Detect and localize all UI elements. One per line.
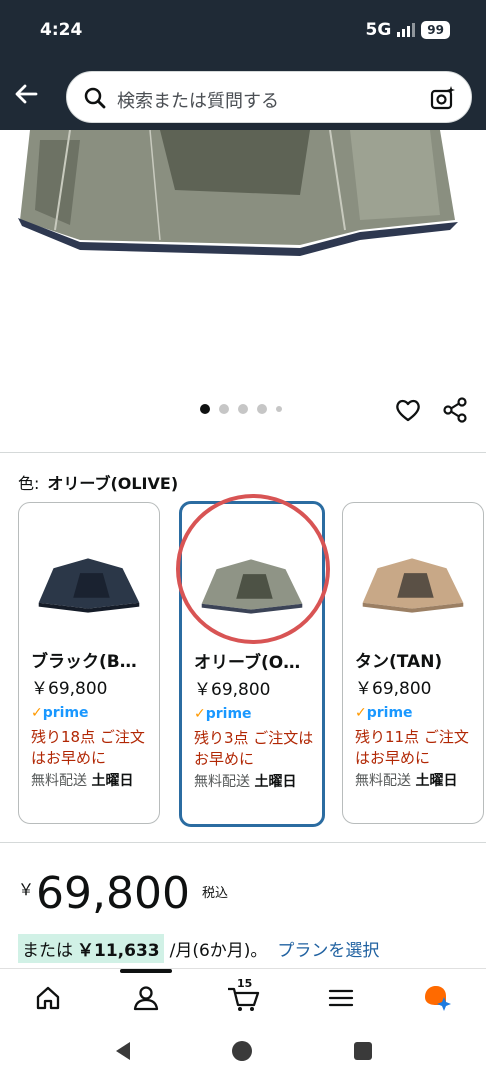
rufus-assistant-icon[interactable] (422, 983, 452, 1013)
stock-notice: 残り18点 ご注文はお早めに (31, 728, 145, 767)
color-option-black[interactable]: ブラック(B… ￥69,800 ✓prime 残り18点 ご注文はお早めに 無料… (18, 502, 160, 824)
highlight-circle-annotation (176, 494, 330, 644)
shipping-info: 無料配送 土曜日 (31, 773, 134, 789)
image-pager[interactable] (200, 404, 282, 414)
system-recents-icon[interactable] (353, 1041, 373, 1061)
option-name: タン(TAN) (355, 652, 443, 672)
prime-badge: ✓prime (355, 705, 413, 721)
color-label: 色: (18, 474, 40, 493)
product-image[interactable] (0, 130, 486, 390)
currency-symbol: ￥ (18, 880, 35, 899)
tent-image (18, 130, 458, 256)
network-label: 5G (365, 20, 392, 40)
divider (0, 842, 486, 843)
color-label-row: 色: オリーブ(OLIVE) (18, 470, 178, 494)
divider (0, 452, 486, 453)
shipping-info: 無料配送 土曜日 (355, 773, 458, 789)
search-input[interactable]: 検索または質問する (117, 87, 279, 113)
search-icon (84, 87, 106, 109)
system-back-icon[interactable] (112, 1040, 134, 1062)
price-display: ￥ 69,800 税込 (18, 868, 228, 920)
pager-dot[interactable] (238, 404, 248, 414)
select-plan-link[interactable]: プランを選択 (277, 936, 379, 961)
status-right: 5G 99 (365, 20, 450, 40)
pager-dot[interactable] (200, 404, 210, 414)
account-icon[interactable] (131, 983, 161, 1013)
option-price: ￥69,800 (355, 679, 432, 699)
bottom-navigation: 15 (0, 968, 486, 1028)
active-tab-indicator (120, 969, 172, 973)
status-time: 4:24 (40, 20, 83, 40)
prime-badge: ✓prime (194, 706, 252, 722)
selected-color-value: オリーブ(OLIVE) (47, 474, 179, 493)
cart-button[interactable]: 15 (226, 977, 262, 1013)
color-option-tan[interactable]: タン(TAN) ￥69,800 ✓prime 残り11点 ご注文はお早めに 無料… (342, 502, 484, 824)
shipping-info: 無料配送 土曜日 (194, 774, 297, 790)
installment-highlight: または ￥11,633 (18, 934, 164, 963)
search-bar[interactable]: 検索または質問する (66, 71, 472, 123)
option-name: オリーブ(O… (194, 653, 301, 673)
pager-dot[interactable] (257, 404, 267, 414)
stock-notice: 残り3点 ご注文はお早めに (194, 729, 314, 768)
pager-dot[interactable] (219, 404, 229, 414)
heart-icon[interactable] (394, 396, 422, 424)
option-name: ブラック(B… (31, 652, 137, 672)
battery-icon: 99 (421, 21, 450, 39)
prime-badge: ✓prime (31, 705, 89, 721)
installment-row: または ￥11,633 /月(6か月)。 プランを選択 (18, 934, 379, 963)
installment-period: /月(6か月)。 (169, 941, 268, 961)
signal-icon (397, 23, 416, 37)
camera-search-icon[interactable] (429, 84, 457, 112)
share-icon[interactable] (441, 396, 469, 424)
back-arrow-icon[interactable] (10, 78, 42, 110)
system-home-icon[interactable] (231, 1040, 253, 1062)
cart-count-badge: 15 (237, 977, 253, 990)
home-icon[interactable] (33, 983, 63, 1013)
status-bar: 4:24 5G 99 (0, 18, 486, 44)
stock-notice: 残り11点 ご注文はお早めに (355, 728, 469, 767)
pager-dot[interactable] (276, 406, 282, 412)
option-price: ￥69,800 (31, 679, 108, 699)
option-price: ￥69,800 (194, 680, 271, 700)
app-header: 4:24 5G 99 検索または質問する (0, 0, 486, 130)
price-amount: 69,800 (36, 868, 190, 919)
black-tent-thumbnail (38, 558, 140, 613)
system-navigation-bar (0, 1028, 486, 1080)
tan-tent-thumbnail (362, 558, 464, 613)
tax-label: 税込 (201, 886, 228, 901)
menu-icon[interactable] (326, 983, 356, 1013)
